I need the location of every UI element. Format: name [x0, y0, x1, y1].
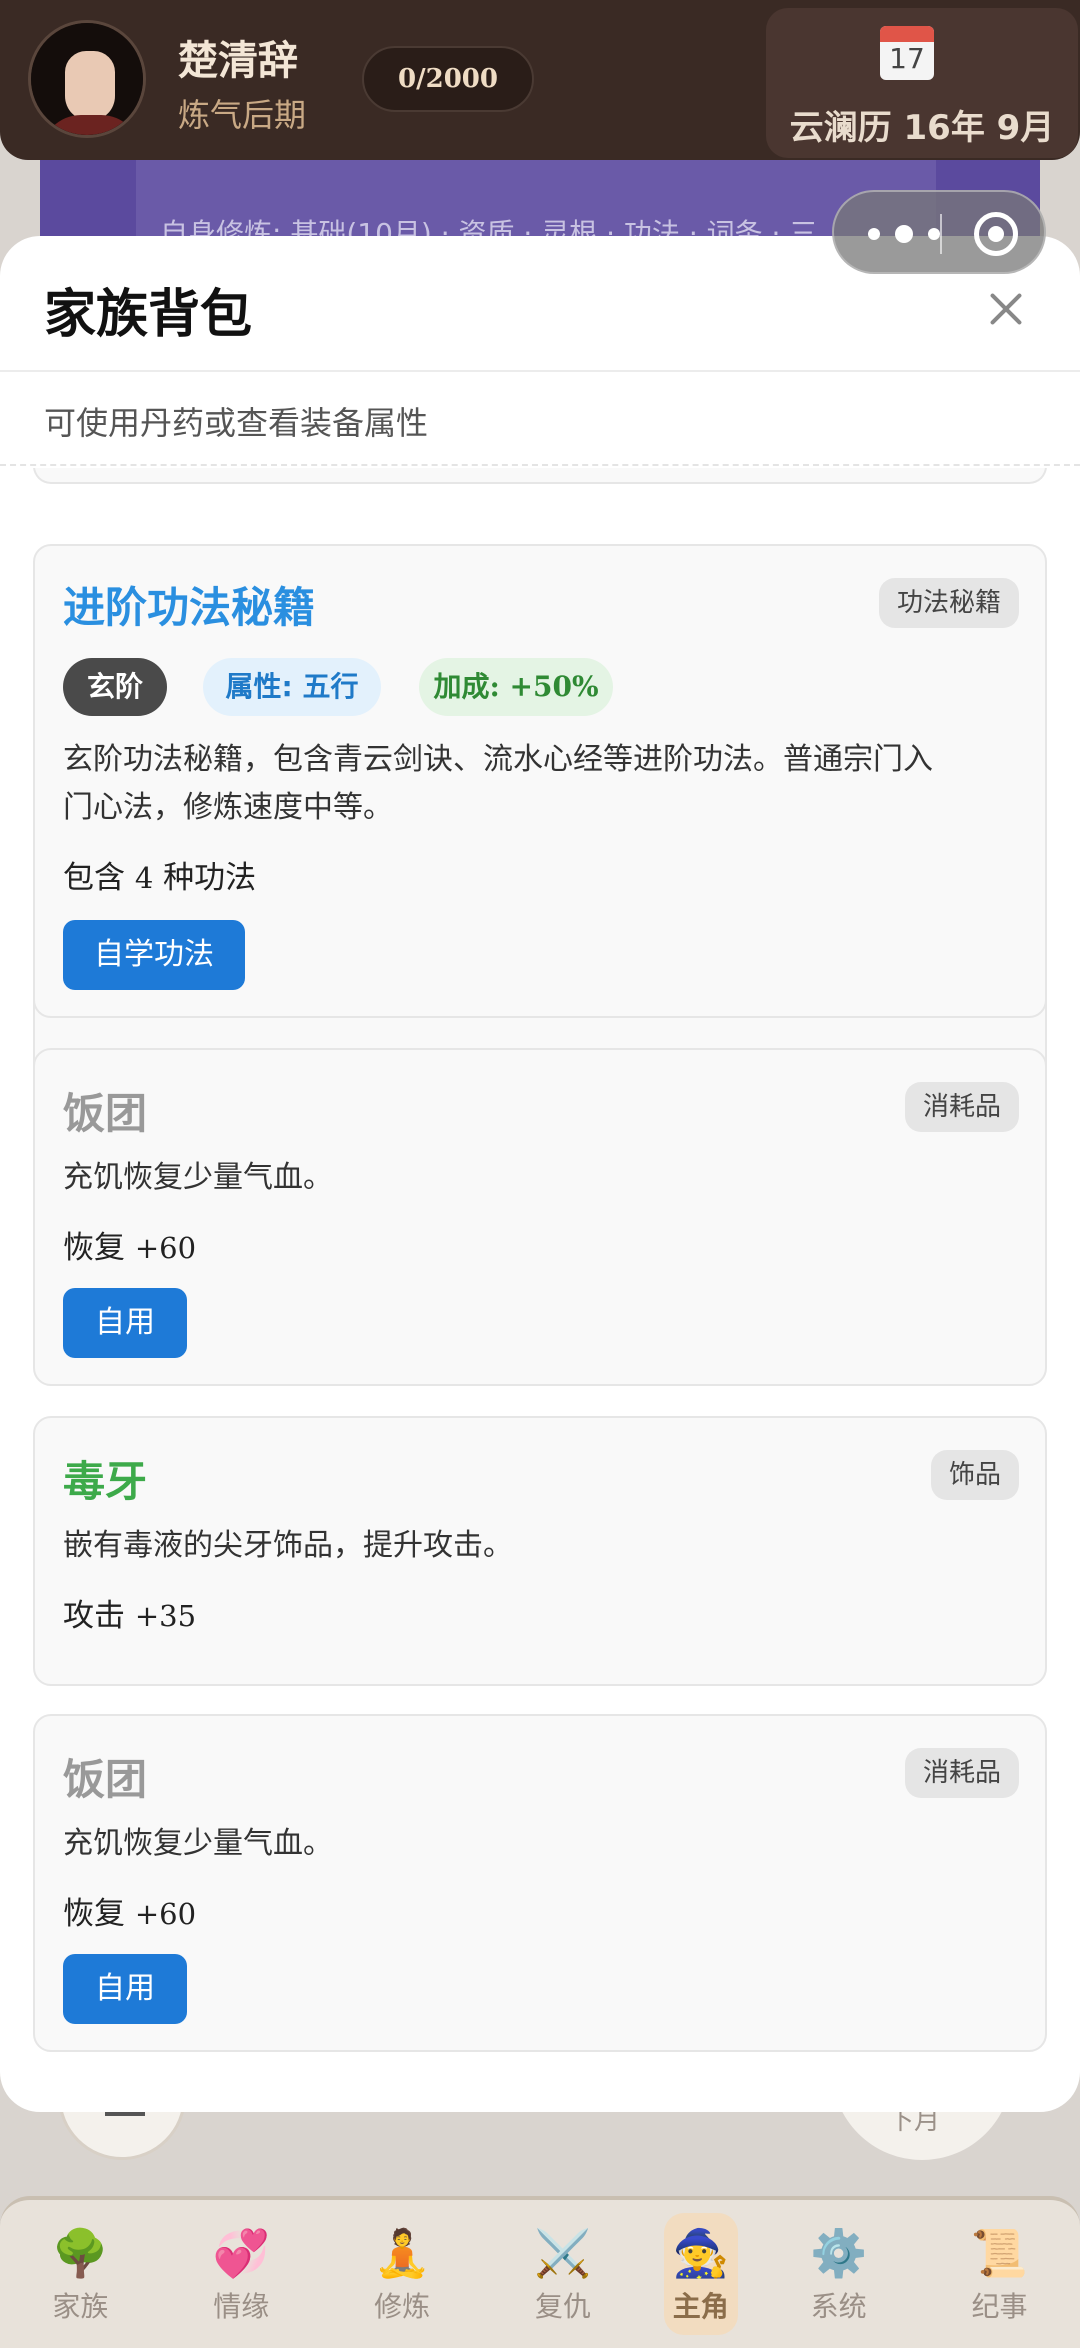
top-status-bar: 楚清辞 炼气后期 0/2000 17 云澜历 16年 9月	[0, 0, 1080, 160]
nav-item-protagonist[interactable]: 🧙 主角	[663, 2213, 738, 2335]
character-name: 楚清辞	[178, 38, 298, 84]
item-card	[33, 780, 1047, 1254]
calendar-date: 云澜历 16年 9月	[789, 108, 1055, 148]
character-realm: 炼气后期	[178, 96, 307, 134]
modal-title: 家族背包	[44, 285, 253, 345]
more-icon[interactable]	[868, 222, 940, 246]
modal-subtitle-bar: 可使用丹药或查看装备属性	[0, 374, 1080, 466]
scroll-icon: 📜	[970, 2226, 1029, 2280]
calendar-panel[interactable]: 17 云澜历 16年 9月	[766, 8, 1078, 158]
tree-icon: 🌳	[51, 2226, 110, 2280]
gear-icon: ⚙️	[810, 2226, 868, 2280]
self-study-button[interactable]: 自学功法	[63, 920, 245, 990]
calendar-icon: 17	[880, 26, 934, 80]
avatar[interactable]	[28, 20, 146, 138]
crossed-swords-icon: ⚔️	[534, 2226, 592, 2280]
wizard-icon: 🧙	[672, 2226, 730, 2280]
exp-counter: 0/2000	[362, 46, 534, 112]
miniprogram-capsule	[832, 190, 1046, 274]
list-item	[33, 468, 1047, 484]
bottom-nav: 🌳 家族 💞 情缘 🧘 修炼 ⚔️ 复仇 🧙 主角 ⚙️ 系统 📜 纪事	[0, 2196, 1080, 2348]
use-button[interactable]: 自用	[63, 1288, 187, 1358]
close-icon[interactable]	[980, 284, 1030, 334]
close-miniprogram-icon[interactable]	[974, 212, 1018, 256]
family-bag-modal: 家族背包 可使用丹药或查看装备属性	[0, 236, 1080, 2112]
modal-subtitle: 可使用丹药或查看装备属性	[44, 404, 429, 442]
nav-item-chronicle[interactable]: 📜 纪事	[939, 2223, 1059, 2325]
hearts-icon: 💞	[212, 2226, 270, 2280]
nav-item-revenge[interactable]: ⚔️ 复仇	[503, 2223, 623, 2325]
nav-item-system[interactable]: ⚙️ 系统	[779, 2223, 899, 2325]
meditation-icon: 🧘	[373, 2226, 431, 2280]
use-button[interactable]: 自用	[63, 1954, 187, 2024]
nav-item-romance[interactable]: 💞 情缘	[181, 2223, 301, 2325]
nav-item-family[interactable]: 🌳 家族	[20, 2223, 140, 2325]
nav-item-cultivate[interactable]: 🧘 修炼	[342, 2223, 462, 2325]
